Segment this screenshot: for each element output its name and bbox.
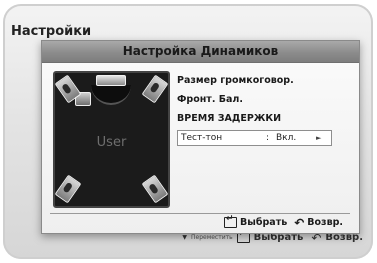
- rear-left-speaker-icon: [54, 174, 82, 204]
- dialog-title: Настройка Динамиков: [122, 44, 279, 58]
- move-arrow-icon: ▼: [182, 234, 187, 241]
- test-tone-separator: :: [266, 133, 270, 143]
- test-tone-value: Вкл.: [276, 133, 297, 143]
- return-icon: ↶: [294, 215, 305, 230]
- menu-item-front-balance[interactable]: Фронт. Бал.: [177, 90, 352, 109]
- tv-frame: Настройки ▼ Переместить Выбрать ↶ Возвр.…: [0, 0, 377, 263]
- enter-icon: [224, 214, 238, 228]
- speaker-setup-dialog: Настройка Динамиков User Размер громкого…: [41, 40, 360, 234]
- dialog-divider: [50, 213, 350, 214]
- speaker-layout-panel: User: [53, 71, 170, 208]
- background-page-title: Настройки: [11, 24, 92, 39]
- menu-item-delay-time[interactable]: ВРЕМЯ ЗАДЕРЖКИ: [177, 109, 352, 128]
- dialog-titlebar: Настройка Динамиков: [42, 41, 359, 63]
- dialog-footer: Выбрать ↶ Возвр.: [224, 214, 343, 230]
- rear-right-speaker-icon: [141, 174, 169, 204]
- return-icon: ↶: [311, 230, 322, 245]
- menu-item-test-tone[interactable]: Тест-тон : Вкл. ►: [177, 130, 332, 146]
- menu-item-speaker-size[interactable]: Размер громкоговор.: [177, 71, 352, 90]
- speaker-mode-label: User: [96, 135, 127, 150]
- tv-screen: Настройки ▼ Переместить Выбрать ↶ Возвр.…: [3, 4, 373, 259]
- dialog-return-label[interactable]: Возвр.: [307, 217, 343, 228]
- move-label: Переместить: [191, 234, 233, 241]
- speaker-settings-menu: Размер громкоговор. Фронт. Бал. ВРЕМЯ ЗА…: [177, 71, 352, 146]
- center-speaker-icon: [96, 75, 126, 86]
- front-right-speaker-icon: [141, 74, 169, 104]
- right-arrow-icon[interactable]: ►: [316, 130, 321, 146]
- dialog-select-label[interactable]: Выбрать: [240, 217, 287, 228]
- listener-icon: [91, 85, 131, 105]
- test-tone-label: Тест-тон: [181, 133, 223, 143]
